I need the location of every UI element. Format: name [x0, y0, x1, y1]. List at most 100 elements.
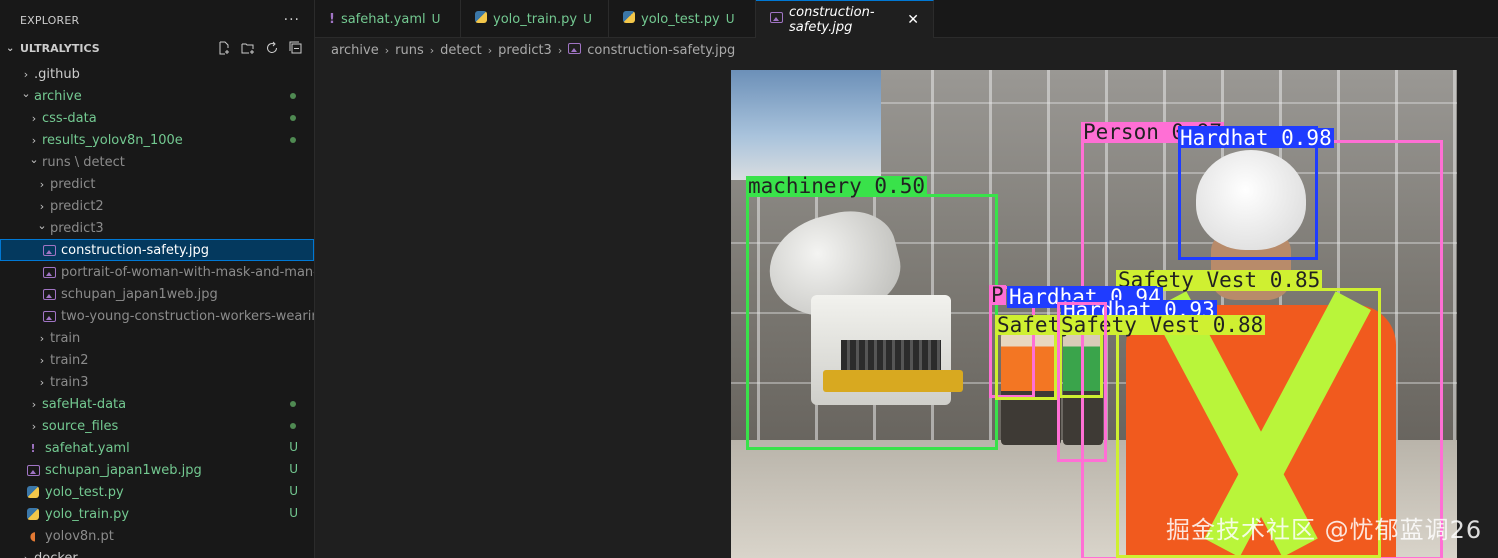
tree-item-label: yolo_test.py: [45, 484, 124, 500]
tree-file[interactable]: yolo_train.py U: [0, 503, 314, 525]
tree-item-label: predict2: [50, 198, 104, 214]
breadcrumb-item[interactable]: construction-safety.jpg: [587, 43, 735, 58]
tree-folder[interactable]: ⌄ archive: [0, 85, 314, 107]
breadcrumb-item[interactable]: archive: [331, 43, 379, 58]
git-status-badge: U: [289, 506, 298, 520]
tab-label: yolo_train.py: [493, 11, 578, 27]
tree-item-label: .github: [34, 66, 80, 82]
breadcrumb-separator-icon: ›: [557, 43, 563, 57]
tree-item-label: results_yolov8n_100e: [42, 132, 183, 148]
chevron-right-icon[interactable]: ›: [26, 420, 42, 433]
image-file-icon: [568, 42, 587, 58]
tree-folder[interactable]: › source_files: [0, 415, 314, 437]
tree-file[interactable]: ◖ yolov8n.pt: [0, 525, 314, 547]
chevron-right-icon[interactable]: ›: [34, 354, 50, 367]
workspace-section-header[interactable]: ⌄ ULTRALYTICS: [0, 37, 314, 59]
breadcrumb-separator-icon: ›: [429, 43, 435, 57]
tab-1[interactable]: ! safehat.yaml U: [315, 0, 461, 38]
tree-folder[interactable]: › predict: [0, 173, 314, 195]
git-status-badge: U: [289, 440, 298, 454]
chevron-right-icon[interactable]: ›: [26, 134, 42, 147]
chevron-right-icon[interactable]: ›: [18, 68, 34, 81]
tree-item-label: two-young-construction-workers-wearing-.…: [61, 308, 314, 324]
tab-label: safehat.yaml: [340, 11, 426, 27]
chevron-right-icon[interactable]: ›: [26, 398, 42, 411]
tree-folder[interactable]: › train2: [0, 349, 314, 371]
chevron-right-icon[interactable]: ›: [34, 178, 50, 191]
new-folder-icon[interactable]: [240, 40, 256, 56]
python-file-icon: [26, 507, 40, 521]
explorer-header: EXPLORER ···: [0, 0, 314, 40]
tree-item-label: docker: [34, 550, 78, 558]
refresh-icon[interactable]: [264, 40, 280, 56]
modified-dot-icon: [290, 401, 296, 407]
image-icon: [770, 12, 783, 27]
tree-folder[interactable]: › results_yolov8n_100e: [0, 129, 314, 151]
explorer-sidebar: EXPLORER ··· ⌄ ULTRALYTICS › .github ⌄ arch…: [0, 0, 315, 558]
tab-git-status: U: [583, 12, 592, 26]
more-actions-icon[interactable]: ···: [284, 12, 300, 28]
breadcrumb-item[interactable]: predict3: [498, 43, 552, 58]
tree-file[interactable]: portrait-of-woman-with-mask-and-man-w...: [0, 261, 314, 283]
tab-2[interactable]: yolo_train.py U: [461, 0, 609, 38]
collapse-all-icon[interactable]: [288, 40, 304, 56]
python-icon: [475, 11, 487, 27]
tree-file[interactable]: two-young-construction-workers-wearing-.…: [0, 305, 314, 327]
tree-folder[interactable]: › predict2: [0, 195, 314, 217]
yaml-icon: !: [329, 11, 335, 27]
chevron-right-icon[interactable]: ›: [18, 552, 34, 558]
tree-folder[interactable]: › docker: [0, 547, 314, 558]
tree-item-label: train: [50, 330, 81, 346]
tree-item-label: portrait-of-woman-with-mask-and-man-w...: [61, 264, 314, 280]
detection-label: P: [989, 283, 1006, 307]
new-file-icon[interactable]: [216, 40, 232, 56]
modified-dot-icon: [290, 93, 296, 99]
breadcrumb-separator-icon: ›: [384, 43, 390, 57]
tree-item-label: yolo_train.py: [45, 506, 130, 522]
detection-image: Person 0.97 Hardhat 0.98 machinery 0.50 Saf…: [731, 70, 1457, 558]
tree-file[interactable]: construction-safety.jpg: [0, 239, 314, 261]
chevron-down-icon[interactable]: ⌄: [18, 87, 34, 100]
detection-box: [1057, 302, 1107, 462]
tree-item-label: train3: [50, 374, 89, 390]
tree-folder[interactable]: › train: [0, 327, 314, 349]
chevron-right-icon[interactable]: ›: [34, 376, 50, 389]
chevron-right-icon[interactable]: ›: [26, 112, 42, 125]
breadcrumb-item[interactable]: runs: [395, 43, 424, 58]
image-file-icon: [42, 309, 56, 323]
tab-git-status: U: [725, 12, 735, 26]
close-tab-icon[interactable]: ✕: [907, 12, 919, 28]
chevron-down-icon[interactable]: ⌄: [26, 153, 42, 166]
chevron-right-icon[interactable]: ›: [34, 332, 50, 345]
tree-file[interactable]: yolo_test.py U: [0, 481, 314, 503]
explorer-title: EXPLORER: [20, 13, 80, 27]
tree-file[interactable]: schupan_japan1web.jpg: [0, 283, 314, 305]
git-status-badge: U: [289, 462, 298, 476]
chevron-down-icon: ⌄: [6, 42, 15, 54]
image-file-icon: [42, 243, 56, 257]
tree-file[interactable]: ! safehat.yaml U: [0, 437, 314, 459]
tree-folder[interactable]: › .github: [0, 63, 314, 85]
tree-folder[interactable]: › safeHat-data: [0, 393, 314, 415]
tree-item-label: schupan_japan1web.jpg: [61, 286, 218, 302]
tree-file[interactable]: schupan_japan1web.jpg U: [0, 459, 314, 481]
breadcrumb-item[interactable]: detect: [440, 43, 482, 58]
tree-folder[interactable]: ⌄ runs \ detect: [0, 151, 314, 173]
tab-3[interactable]: yolo_test.py U: [609, 0, 756, 38]
tab-label: yolo_test.py: [641, 11, 720, 27]
tree-folder[interactable]: › css-data: [0, 107, 314, 129]
tree-item-label: runs \ detect: [42, 154, 125, 170]
tree-item-label: safeHat-data: [42, 396, 127, 412]
tree-item-label: source_files: [42, 418, 119, 434]
tree-item-label: train2: [50, 352, 89, 368]
tree-item-label: css-data: [42, 110, 97, 126]
tab-4[interactable]: construction-safety.jpg ✕: [756, 0, 934, 38]
tree-folder[interactable]: ⌄ predict3: [0, 217, 314, 239]
breadcrumb-separator-icon: ›: [487, 43, 493, 57]
chevron-right-icon[interactable]: ›: [34, 200, 50, 213]
section-actions: [216, 40, 314, 56]
python-file-icon: [26, 485, 40, 499]
tree-folder[interactable]: › train3: [0, 371, 314, 393]
chevron-down-icon[interactable]: ⌄: [34, 219, 50, 232]
git-status-badge: U: [289, 484, 298, 498]
